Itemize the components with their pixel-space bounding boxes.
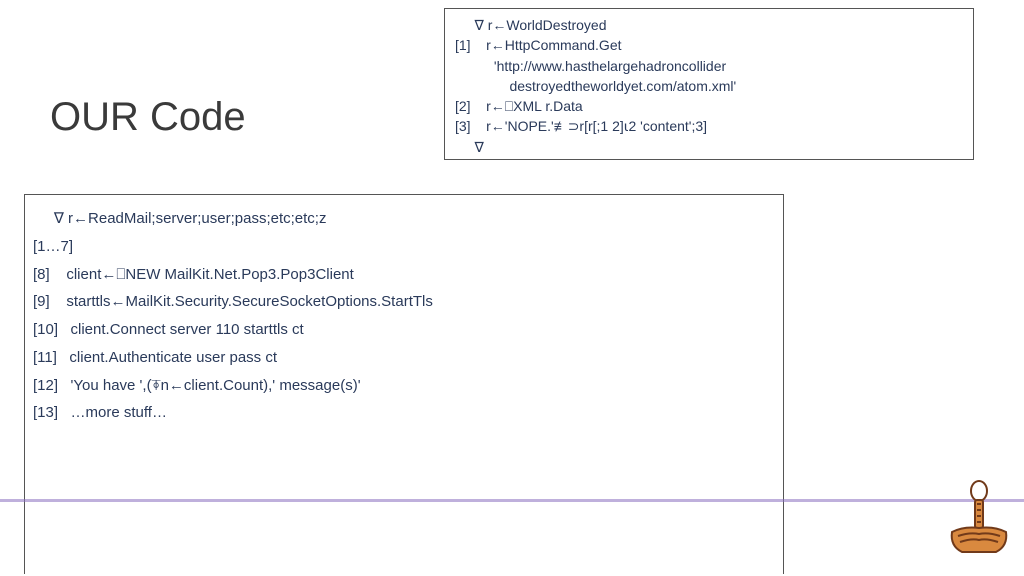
code-line: [10] client.Connect server 110 starttls …: [33, 316, 775, 344]
code-line: [9] starttls←MailKit.Security.SecureSock…: [33, 288, 775, 316]
code-line: [3] r←'NOPE.'≢⊃r[r[;1 2]⍳2 'content';3]: [455, 116, 963, 136]
code-line: ∇ r←ReadMail;server;user;pass;etc;etc;z: [33, 205, 775, 233]
code-line: destroyedtheworldyet.com/atom.xml': [455, 76, 963, 96]
code-box-main: ∇ r←ReadMail;server;user;pass;etc;etc;z …: [24, 194, 784, 574]
code-line: 'http://www.hasthelargehadroncollider: [455, 56, 963, 76]
code-box-top: ∇ r←WorldDestroyed [1] r←HttpCommand.Get…: [444, 8, 974, 160]
code-line: ∇: [455, 137, 963, 157]
code-line: [12] 'You have ',(⍕n←client.Count),' mes…: [33, 372, 775, 400]
code-line: [1] r←HttpCommand.Get: [455, 35, 963, 55]
code-line: [13] …more stuff…: [33, 399, 775, 427]
slide-title: OUR Code: [50, 95, 246, 140]
code-line: [8] client←⎕NEW MailKit.Net.Pop3.Pop3Cli…: [33, 261, 775, 289]
hammer-icon: [948, 480, 1010, 558]
code-line: ∇ r←WorldDestroyed: [455, 15, 963, 35]
slide-divider: [0, 499, 1024, 502]
code-line: [2] r←⎕XML r.Data: [455, 96, 963, 116]
code-line: [11] client.Authenticate user pass ct: [33, 344, 775, 372]
code-line: [1…7]: [33, 233, 775, 261]
